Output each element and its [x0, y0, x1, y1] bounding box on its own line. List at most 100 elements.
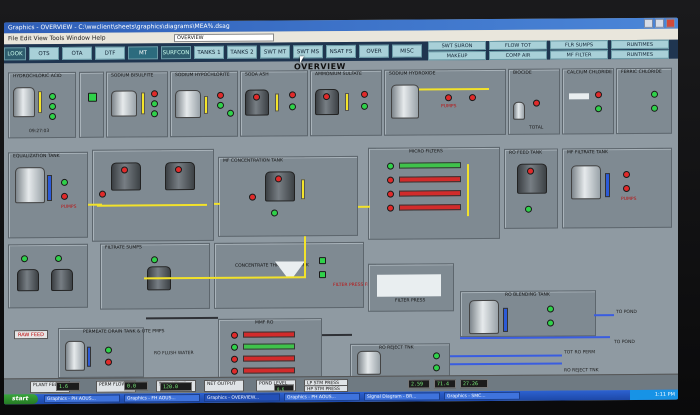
- taskbar-item[interactable]: Signal Diagram - BR...: [364, 392, 440, 401]
- nav-ota[interactable]: OTA: [62, 46, 92, 60]
- mixer-indicator[interactable]: [323, 93, 330, 101]
- site-intake-value: 120.0: [160, 382, 192, 392]
- panel-micro-filters: MICRO FILTERS: [368, 146, 500, 240]
- pump-indicator[interactable]: [227, 109, 234, 117]
- pump-indicator[interactable]: [623, 170, 630, 179]
- nav-mf-filter[interactable]: MF FILTER: [550, 50, 608, 60]
- pump-indicator[interactable]: [595, 91, 602, 99]
- panel-filter-press: FILTER PRESS: [368, 263, 454, 312]
- nav-nsat-fs[interactable]: NSAT FS: [326, 44, 356, 59]
- pump-indicator[interactable]: [151, 256, 158, 264]
- taskbar-item[interactable]: Graphics - PH AOUS...: [44, 394, 120, 404]
- nav-runtimes-2[interactable]: RUNTIMES: [611, 49, 669, 60]
- nav-dtf[interactable]: DTF: [95, 46, 125, 60]
- readout-2: 71.4: [434, 379, 456, 389]
- tank: [357, 350, 381, 375]
- valve-indicator[interactable]: [88, 92, 97, 102]
- system-clock: 1:11 PM: [630, 389, 678, 400]
- mixer-indicator[interactable]: [275, 175, 282, 183]
- nav-over[interactable]: OVER: [359, 44, 389, 58]
- nav-swt-suron[interactable]: SWT SURON: [428, 40, 486, 51]
- to-pond-label: TO POND: [616, 309, 637, 316]
- pump-indicator[interactable]: [547, 305, 554, 313]
- unit-indicator[interactable]: [231, 331, 238, 339]
- pump-indicator[interactable]: [445, 94, 452, 102]
- close-icon[interactable]: [666, 18, 675, 28]
- nav-flr-sumps[interactable]: FLR SUMPS: [550, 40, 608, 50]
- pump-indicator[interactable]: [151, 110, 158, 118]
- nav-look[interactable]: LOOK: [4, 47, 26, 61]
- pump-indicator[interactable]: [217, 101, 224, 109]
- pump-indicator[interactable]: [525, 205, 532, 213]
- mixer-indicator[interactable]: [175, 166, 182, 174]
- valve-indicator[interactable]: [99, 190, 106, 198]
- pump-indicator[interactable]: [49, 92, 56, 101]
- pump-indicator[interactable]: [151, 90, 158, 98]
- pump-indicator[interactable]: [289, 91, 296, 99]
- nav-swt-ms[interactable]: SWT MS: [293, 45, 323, 59]
- mixer-indicator[interactable]: [253, 93, 260, 101]
- filter-indicator[interactable]: [387, 162, 394, 170]
- filter-indicator[interactable]: [387, 190, 394, 198]
- nav-makeup[interactable]: MAKEUP: [428, 50, 486, 61]
- pump-indicator[interactable]: [469, 94, 476, 102]
- pump-indicator[interactable]: [55, 254, 62, 262]
- pump-indicator[interactable]: [271, 209, 278, 217]
- pump-indicator[interactable]: [105, 346, 112, 354]
- filter-indicator[interactable]: [387, 204, 394, 212]
- filter-indicator[interactable]: [387, 176, 394, 184]
- valve-indicator[interactable]: [319, 257, 326, 265]
- mixer-indicator[interactable]: [527, 167, 534, 175]
- taskbar-item-active[interactable]: Graphics - OVERVIEW...: [204, 393, 280, 402]
- pipe: [467, 164, 469, 217]
- start-button[interactable]: start: [4, 394, 38, 405]
- pump-indicator[interactable]: [49, 102, 56, 111]
- mixer-indicator[interactable]: [121, 166, 128, 174]
- nav-tanks2[interactable]: TANKS 2: [227, 45, 257, 59]
- nav-mt[interactable]: MT: [128, 46, 158, 60]
- nav-misc[interactable]: MISC: [392, 44, 422, 58]
- pump-indicator[interactable]: [289, 103, 296, 111]
- pump-indicator[interactable]: [547, 319, 554, 327]
- pump-indicator[interactable]: [151, 100, 158, 108]
- valve-indicator[interactable]: [319, 271, 326, 279]
- nav-tanks1[interactable]: TANKS 1: [194, 45, 224, 60]
- pump-indicator[interactable]: [49, 112, 56, 121]
- pump-indicator[interactable]: [433, 352, 440, 360]
- pump-indicator[interactable]: [533, 99, 540, 107]
- taskbar-item[interactable]: Graphics - FH AOUS...: [124, 393, 200, 403]
- pump-indicator[interactable]: [21, 255, 28, 263]
- pump-indicator[interactable]: [249, 193, 256, 201]
- nav-comp-air[interactable]: COMP AIR: [489, 50, 547, 60]
- unit-indicator[interactable]: [231, 343, 238, 351]
- pump-indicator[interactable]: [595, 105, 602, 113]
- taskbar-item[interactable]: Graphics - SMC...: [444, 391, 520, 401]
- pump-indicator[interactable]: [651, 104, 658, 112]
- maximize-icon[interactable]: [655, 18, 664, 28]
- panel-equalization: EQUALIZATION TANK PUMPS: [8, 151, 88, 239]
- unit-indicator[interactable]: [231, 355, 238, 363]
- nav-ots[interactable]: OTS: [29, 46, 59, 61]
- panel-title: HYDROCHLORIC ACID: [13, 73, 62, 80]
- pump-indicator[interactable]: [61, 178, 68, 186]
- minimize-icon[interactable]: [644, 18, 653, 28]
- pump-indicator[interactable]: [105, 358, 112, 366]
- filter-status-bar: [399, 204, 461, 211]
- unit-indicator[interactable]: [231, 367, 238, 375]
- pump-indicator[interactable]: [433, 364, 440, 372]
- pump-indicator[interactable]: [61, 192, 68, 200]
- nav-flow-tot[interactable]: FLOW TOT: [489, 40, 547, 50]
- raw-feed-callout[interactable]: RAW FEED: [14, 330, 48, 340]
- nav-runtimes-1[interactable]: RUNTIMES: [611, 39, 669, 50]
- nav-surfcon[interactable]: SURFCON: [161, 46, 191, 60]
- pump-indicator[interactable]: [217, 91, 224, 99]
- taskbar-item[interactable]: Graphics - PH AOUS...: [284, 392, 360, 402]
- pump-indicator[interactable]: [623, 184, 630, 193]
- pump-indicator[interactable]: [361, 102, 368, 110]
- screen-select-input[interactable]: OVERVIEW: [174, 33, 274, 43]
- nav-swt-mt[interactable]: SWT MT: [260, 45, 290, 59]
- tank: [15, 167, 45, 204]
- pump-indicator[interactable]: [361, 90, 368, 98]
- pump-indicator[interactable]: [651, 90, 658, 98]
- menu-items[interactable]: File Edit View Tools Window Help: [8, 35, 106, 43]
